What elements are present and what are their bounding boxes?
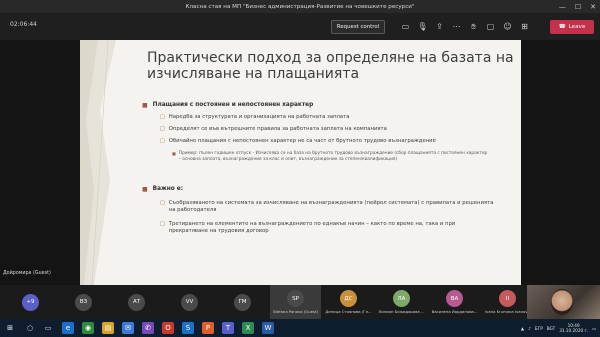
chat-icon[interactable]: ▢ xyxy=(485,21,496,32)
bullet-icon: □ xyxy=(160,126,165,132)
bullet-icon: □ xyxy=(160,138,165,144)
section2-heading: ■ Важно е: xyxy=(142,186,184,193)
meeting-toolbar: 02:06:44 Request control ▭ 🎙︎ ⇪ ⋯ ✋︎ ▢ ☺… xyxy=(0,13,600,40)
clock-date: 31.10.2020 г. xyxy=(559,328,589,333)
participant-avatar: ЛА xyxy=(393,290,410,307)
meeting-timer: 02:06:44 xyxy=(10,21,37,28)
section1-item: □ Наредба за структурата и организацията… xyxy=(160,114,350,120)
section1-heading: ■ Плащания с постоянен и непостоянен хар… xyxy=(142,102,314,109)
presentation-slide: Практически подход за определяне на база… xyxy=(80,40,521,285)
powerpoint-icon[interactable]: P xyxy=(202,322,214,334)
leave-label: Leave xyxy=(568,24,586,30)
section2-item: □ Третирането на елементите на възнаграж… xyxy=(160,221,456,234)
bullet-icon: □ xyxy=(160,114,165,120)
edge-icon[interactable]: e xyxy=(62,322,74,334)
camera-off-icon[interactable]: ▭ xyxy=(400,21,411,32)
participant-avatar: SP xyxy=(287,290,304,307)
breakout-rooms-icon[interactable]: ⊞ xyxy=(519,21,530,32)
participant-tile[interactable]: ЛА Лилиан Божидарова ... xyxy=(376,285,427,319)
file-explorer-icon[interactable]: ▤ xyxy=(102,322,114,334)
skype-icon[interactable]: S xyxy=(182,322,194,334)
participant-tile[interactable]: ВА Василена Йорданова... xyxy=(429,285,480,319)
teams-meeting-window: Класна стая на МП "Бизнес администрация-… xyxy=(0,0,600,337)
phone-icon: ☎ xyxy=(558,24,566,30)
self-video-preview[interactable] xyxy=(527,285,600,319)
chrome-icon[interactable]: ◉ xyxy=(82,322,94,334)
opera-icon[interactable]: O xyxy=(162,322,174,334)
tray-label: BGT xyxy=(546,325,556,331)
participant-avatar: +9 xyxy=(22,293,39,311)
shared-content-stage: Практически подход за определяне на база… xyxy=(0,40,600,285)
section1-item: □ Определят се във вътрешните правила за… xyxy=(160,126,387,132)
word-icon[interactable]: W xyxy=(262,322,274,334)
notifications-icon[interactable]: ▭ xyxy=(592,326,596,331)
excel-icon[interactable]: X xyxy=(242,322,254,334)
participant-avatar: ВА xyxy=(446,290,463,307)
participant-strip: +9 ВЗ АТ VV ГМ SP Stefana Panova (Guest) ДС Дени… xyxy=(0,285,600,319)
mic-icon[interactable]: 🎙︎ xyxy=(417,21,428,32)
participant-avatar: II xyxy=(499,290,516,307)
task-view-icon[interactable]: ▭ xyxy=(42,322,54,334)
windows-taskbar: ⊞ ○ ▭ e ◉ ▤ ✉ ✆ O S P T X W ▲ ♪ БГР BGT … xyxy=(0,319,600,337)
slide-decoration xyxy=(80,40,116,285)
participants-icon[interactable]: ☺ xyxy=(502,21,513,32)
close-icon[interactable]: ✕ xyxy=(590,3,596,11)
raise-hand-icon[interactable]: ✋︎ xyxy=(468,21,479,32)
participant-name: Лилиан Божидарова ... xyxy=(378,309,425,314)
section1-item: □ Обичайно плащания с непостоянен характ… xyxy=(160,138,436,144)
bullet-icon: □ xyxy=(160,200,165,206)
participant-tile[interactable]: II Ivana Krumova Ivanova xyxy=(482,285,533,319)
bullet-icon: □ xyxy=(160,221,165,227)
leave-button[interactable]: ☎ Leave xyxy=(550,20,594,34)
participant-avatar: АТ xyxy=(128,293,145,311)
participant-avatar: VV xyxy=(181,293,198,311)
window-titlebar: Класна стая на МП "Бизнес администрация-… xyxy=(0,0,600,13)
participant-avatar: ДС xyxy=(340,290,357,307)
network-icon[interactable]: ▲ xyxy=(521,326,524,331)
participant-tile[interactable]: VV xyxy=(164,285,215,319)
minimize-icon[interactable]: — xyxy=(559,3,566,11)
participant-name: Василена Йорданова... xyxy=(431,309,478,314)
bullet-icon: ■ xyxy=(142,186,148,193)
taskbar-clock[interactable]: 10:49 31.10.2020 г. xyxy=(559,323,588,333)
participant-name: Ivana Krumova Ivanova xyxy=(485,309,530,314)
language-indicator[interactable]: БГР xyxy=(535,326,543,331)
participant-name: Stefana Panova (Guest) xyxy=(273,309,318,314)
slide-title: Практически подход за определяне на база… xyxy=(147,50,514,82)
section2-item: □ Съобразяването на системата за изчисля… xyxy=(160,200,494,213)
participant-name: Деница Стоянова (Гл... xyxy=(325,309,372,314)
bullet-icon: ■ xyxy=(142,102,148,109)
participant-tile[interactable]: +9 xyxy=(5,285,56,319)
bullet-icon: ■ xyxy=(172,151,176,156)
request-control-button[interactable]: Request control xyxy=(331,20,385,34)
windows-start-icon[interactable]: ⊞ xyxy=(4,322,16,334)
section1-example: ■ Пример: пълен годишен отпуск - Изчисля… xyxy=(172,151,488,162)
more-actions-icon[interactable]: ⋯ xyxy=(451,21,462,32)
system-tray: ▲ ♪ БГР BGT 10:49 31.10.2020 г. ▭ xyxy=(521,321,596,335)
viber-icon[interactable]: ✆ xyxy=(142,322,154,334)
volume-icon[interactable]: ♪ xyxy=(528,326,531,331)
mail-icon[interactable]: ✉ xyxy=(122,322,134,334)
participant-tile[interactable]: ВЗ xyxy=(58,285,109,319)
window-title: Класна стая на МП "Бизнес администрация-… xyxy=(185,3,415,10)
search-icon[interactable]: ○ xyxy=(24,322,36,334)
self-video-person xyxy=(551,289,573,315)
participant-tile[interactable]: ГМ xyxy=(217,285,268,319)
participant-tile[interactable]: SP Stefana Panova (Guest) xyxy=(270,285,321,319)
participant-tile[interactable]: АТ xyxy=(111,285,162,319)
participant-tile[interactable]: ДС Деница Стоянова (Гл... xyxy=(323,285,374,319)
presenter-label: Дойромира (Guest) xyxy=(3,271,51,276)
window-controls: — ☐ ✕ xyxy=(559,0,596,13)
participant-avatar: ВЗ xyxy=(75,293,92,311)
teams-icon[interactable]: T xyxy=(222,322,234,334)
maximize-icon[interactable]: ☐ xyxy=(575,3,581,11)
share-screen-icon[interactable]: ⇪ xyxy=(434,21,445,32)
participant-avatar: ГМ xyxy=(234,293,251,311)
